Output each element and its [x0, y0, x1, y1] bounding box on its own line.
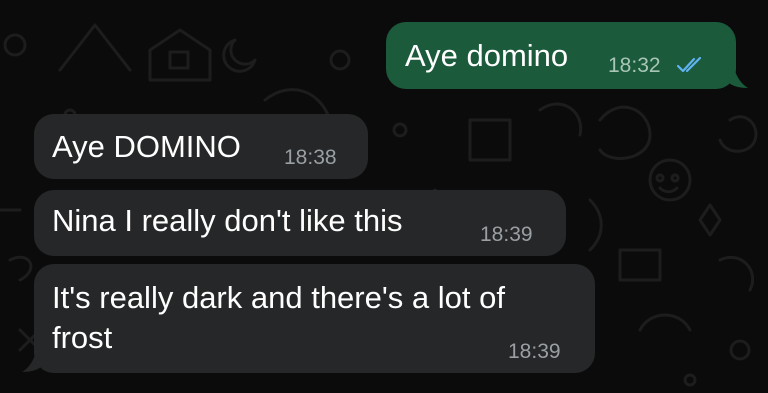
message-text: Aye DOMINO — [52, 129, 241, 164]
message-bubble-incoming[interactable]: Aye DOMINO 18:38 — [34, 114, 368, 179]
message-timestamp: 18:32 — [608, 54, 661, 77]
message-timestamp: 18:39 — [508, 340, 561, 363]
message-bubble-incoming[interactable]: Nina I really don't like this 18:39 — [34, 190, 566, 256]
message-timestamp: 18:39 — [480, 223, 533, 246]
message-text: Nina I really don't like this — [52, 203, 403, 238]
message-bubble-incoming[interactable]: It's really dark and there's a lot of fr… — [34, 264, 595, 373]
message-text-line: It's really dark and there's a lot of — [52, 280, 505, 315]
message-text-line: frost — [52, 320, 113, 355]
bubble-tail — [728, 68, 748, 88]
message-text: Aye domino — [405, 38, 569, 73]
bubble-tail — [22, 352, 42, 372]
read-double-check-icon — [676, 56, 702, 73]
message-timestamp: 18:38 — [284, 146, 337, 169]
message-bubble-outgoing[interactable]: Aye domino 18:32 — [386, 22, 736, 89]
